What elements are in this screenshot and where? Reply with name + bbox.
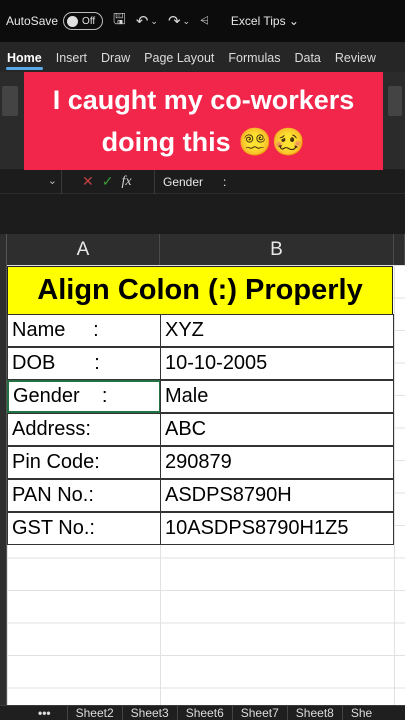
column-header-c[interactable] (394, 234, 405, 265)
redo-icon[interactable]: ↷ (168, 12, 181, 30)
tab-page-layout[interactable]: Page Layout (137, 51, 221, 72)
row-headers (0, 265, 7, 705)
sheet-tab[interactable]: Sheet6 (176, 706, 232, 720)
ribbon-command-icon[interactable] (388, 86, 402, 116)
cell-b-pan-no[interactable]: ASDPS8790H (160, 479, 394, 512)
cell-a-pin-code[interactable]: Pin Code: (7, 446, 161, 479)
sheet-tab-bar: ••• Sheet2 Sheet3 Sheet6 Sheet7 Sheet8 S… (0, 705, 405, 720)
sheet-title-cell[interactable]: Align Colon (:) Properly (7, 266, 393, 315)
select-all-corner[interactable] (0, 234, 7, 265)
cell-a-gst-no[interactable]: GST No.: (7, 512, 161, 545)
cell-a-name[interactable]: Name : (7, 314, 161, 347)
caption-banner: I caught my co-workers doing this 😵‍💫🥴 (24, 72, 383, 170)
insert-function-icon[interactable]: fx (121, 174, 131, 190)
banner-line-2: doing this 😵‍💫🥴 (101, 127, 306, 157)
formula-bar: ⌄ ✕ ✓ fx Gender : (0, 170, 405, 228)
sheet-tab[interactable]: Sheet8 (286, 706, 342, 720)
column-header-b[interactable]: B (160, 234, 394, 265)
undo-icon[interactable]: ↶ (136, 12, 149, 30)
cancel-icon[interactable]: ✕ (82, 173, 94, 190)
cell-b-gender[interactable]: Male (160, 380, 394, 413)
customize-toolbar-icon[interactable]: ⩤ (200, 15, 209, 28)
title-bar: AutoSave Off 🖫 ↶ ⌄ ↷ ⌄ ⩤ Excel Tips ⌄ (0, 0, 405, 42)
more-sheets-button[interactable]: ••• (38, 706, 51, 720)
cell-a-address[interactable]: Address: (7, 413, 161, 446)
document-title[interactable]: Excel Tips ⌄ (231, 14, 299, 28)
autosave-state: Off (82, 15, 96, 27)
cell-b-pin-code[interactable]: 290879 (160, 446, 394, 479)
sheet-tab[interactable]: She (341, 706, 380, 720)
formula-buttons: ✕ ✓ fx (82, 173, 132, 190)
tab-data[interactable]: Data (287, 51, 327, 72)
sheet-tab[interactable]: Sheet7 (231, 706, 287, 720)
cell-b-dob[interactable]: 10-10-2005 (160, 347, 394, 380)
autosave-label: AutoSave (6, 14, 59, 28)
grid-line (394, 265, 395, 705)
name-box[interactable]: ⌄ (0, 170, 62, 194)
tab-home[interactable]: Home (0, 51, 49, 72)
cell-b-name[interactable]: XYZ (160, 314, 394, 347)
sheet-tab[interactable]: Sheet3 (121, 706, 177, 720)
formula-bar-expanded-area (0, 194, 405, 234)
enter-icon[interactable]: ✓ (102, 173, 114, 190)
ribbon-tabs: Home Insert Draw Page Layout Formulas Da… (0, 42, 405, 72)
tab-review[interactable]: Review (328, 51, 383, 72)
tab-draw[interactable]: Draw (94, 51, 137, 72)
banner-line-1: I caught my co-workers (52, 85, 355, 115)
cell-b-gst-no[interactable]: 10ASDPS8790H1Z5 (160, 512, 394, 545)
column-header-a[interactable]: A (7, 234, 160, 265)
sheet-tab[interactable]: Sheet2 (66, 706, 122, 720)
save-icon[interactable]: 🖫 (113, 9, 126, 34)
tab-formulas[interactable]: Formulas (221, 51, 287, 72)
cell-a-dob[interactable]: DOB : (7, 347, 161, 380)
cell-a-pan-no[interactable]: PAN No.: (7, 479, 161, 512)
redo-dropdown-icon[interactable]: ⌄ (183, 16, 191, 27)
autosave-toggle[interactable]: Off (63, 12, 104, 30)
cell-b-address[interactable]: ABC (160, 413, 394, 446)
undo-dropdown-icon[interactable]: ⌄ (150, 16, 158, 27)
paste-icon[interactable] (2, 86, 18, 116)
chevron-down-icon[interactable]: ⌄ (48, 174, 57, 187)
tab-insert[interactable]: Insert (49, 51, 94, 72)
cell-a-gender[interactable]: Gender : (7, 380, 161, 413)
toggle-knob (67, 15, 79, 27)
